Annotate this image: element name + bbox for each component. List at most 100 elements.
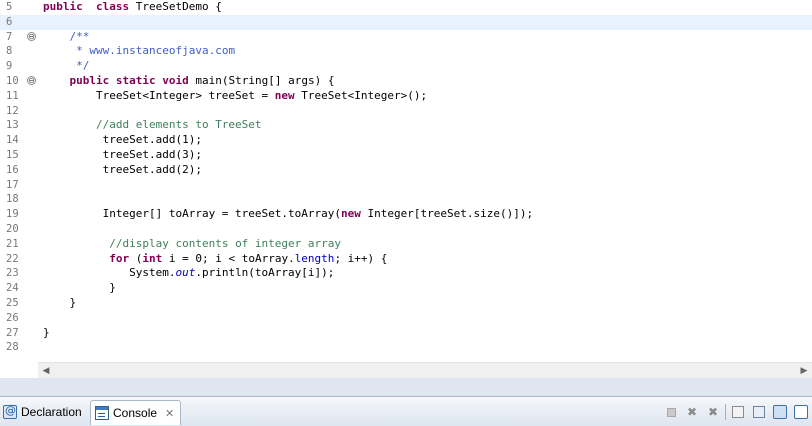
code-text: //add elements to TreeSet [43,118,262,133]
code-token: treeSet.add(2); [43,162,202,176]
code-line[interactable]: 26 [0,311,812,326]
code-token: Integer[treeSet.size()]); [360,207,534,221]
code-line[interactable]: 25 } [0,296,812,311]
code-token: * www.instanceofjava.com [76,44,236,58]
terminate-button[interactable] [662,403,680,421]
line-number: 17 [6,178,19,191]
line-number: 14 [6,134,19,147]
scrollbar-thumb[interactable] [54,366,794,376]
code-line[interactable]: 28 [0,340,812,355]
code-line[interactable]: 8 * www.instanceofjava.com [0,44,812,59]
scroll-right-icon[interactable]: ▶ [798,365,810,377]
code-line[interactable]: 12 [0,104,812,119]
code-line[interactable]: 23 System.out.println(toArray[i]); [0,266,812,281]
remove-launch-button[interactable]: ✖ [683,403,701,421]
code-line[interactable]: 27} [0,326,812,341]
horizontal-scrollbar[interactable]: ◀ ▶ [38,362,812,378]
code-token: TreeSet<Integer> treeSet = [43,88,275,102]
code-line[interactable]: 21 //display contents of integer array [0,237,812,252]
code-editor[interactable]: 5 public class TreeSetDemo {6 7 ⊖ /** 8 * ww… [0,0,812,362]
code-text: } [43,281,116,296]
code-token: TreeSetDemo { [129,0,222,13]
code-token: .println(toArray[i]); [195,266,335,280]
code-line[interactable]: 22 for (int i = 0; i < toArray.length; i… [0,252,812,267]
fold-toggle-icon[interactable]: ⊖ [27,31,36,41]
tab-console[interactable]: Console ✕ [90,400,182,425]
code-token: main(String[] args) { [188,73,335,87]
code-line[interactable]: 18 [0,192,812,207]
remove-all-terminated-button[interactable]: ✖ [704,403,722,421]
code-line[interactable]: 10 ⊖ public static void main(String[] arg… [0,74,812,89]
code-text: Integer[] toArray = treeSet.toArray(new … [43,207,533,222]
code-line[interactable]: 16 treeSet.add(2); [0,163,812,178]
code-token: public [43,0,83,13]
code-token: new [274,88,295,102]
line-number: 18 [6,193,19,206]
code-token: static [115,73,156,87]
code-line[interactable]: 5 public class TreeSetDemo { [0,0,812,15]
line-number: 20 [6,222,19,235]
code-token: ( [129,251,143,265]
code-token: int [142,251,163,265]
code-line[interactable]: 20 [0,222,812,237]
tab-declaration-label: Declaration [21,405,82,419]
fold-toggle-icon[interactable]: ⊖ [27,75,36,85]
code-line[interactable]: 6 [0,14,812,30]
code-line[interactable]: 9 */ [0,59,812,74]
code-line[interactable]: 15 treeSet.add(3); [0,148,812,163]
code-text: treeSet.add(3); [43,148,202,163]
code-text: public class TreeSetDemo { [43,0,222,15]
console-icon [95,406,109,420]
pin-console-button[interactable] [771,403,789,421]
toolbar-divider [725,404,726,420]
code-text: } [43,296,76,311]
line-number: 28 [6,341,19,354]
code-text: TreeSet<Integer> treeSet = new TreeSet<I… [43,89,427,104]
code-line[interactable]: 11 TreeSet<Integer> treeSet = new TreeSe… [0,89,812,104]
scroll-lock-button[interactable] [750,403,768,421]
code-token: out [175,266,196,280]
code-text: System.out.println(toArray[i]); [43,266,334,281]
clear-console-icon [732,406,744,418]
line-number: 11 [6,89,19,102]
code-token: /** [69,29,90,43]
code-line[interactable]: 14 treeSet.add(1); [0,133,812,148]
code-text: //display contents of integer array [43,237,341,252]
display-console-button[interactable] [792,403,810,421]
code-line[interactable]: 19 Integer[] toArray = treeSet.toArray(n… [0,207,812,222]
clear-console-button[interactable] [729,403,747,421]
tab-declaration[interactable]: Declaration [3,400,82,424]
line-number: 23 [6,267,19,280]
code-token: System. [43,266,176,280]
line-number: 22 [6,252,19,265]
code-token: } [43,281,116,295]
code-token: */ [76,59,90,73]
code-line[interactable]: 24 } [0,281,812,296]
code-line[interactable]: 7 ⊖ /** [0,30,812,45]
code-token: new [341,207,361,221]
terminate-icon [666,407,676,417]
line-number: 6 [6,15,13,28]
code-token: treeSet.add(1); [43,133,202,147]
code-text: */ [43,59,89,74]
code-text: public static void main(String[] args) { [43,73,335,89]
line-number: 9 [6,60,13,73]
scroll-left-icon[interactable]: ◀ [40,365,52,377]
code-text: * www.instanceofjava.com [43,44,235,59]
close-icon[interactable]: ✕ [165,407,174,420]
code-line[interactable]: 13 //add elements to TreeSet [0,118,812,133]
code-text: } [43,326,50,341]
code-lines[interactable]: 5 public class TreeSetDemo {6 7 ⊖ /** 8 * ww… [0,0,812,355]
line-number: 15 [6,148,19,161]
line-number: 8 [6,45,13,58]
line-number: 19 [6,208,19,221]
code-line[interactable]: 17 [0,178,812,193]
